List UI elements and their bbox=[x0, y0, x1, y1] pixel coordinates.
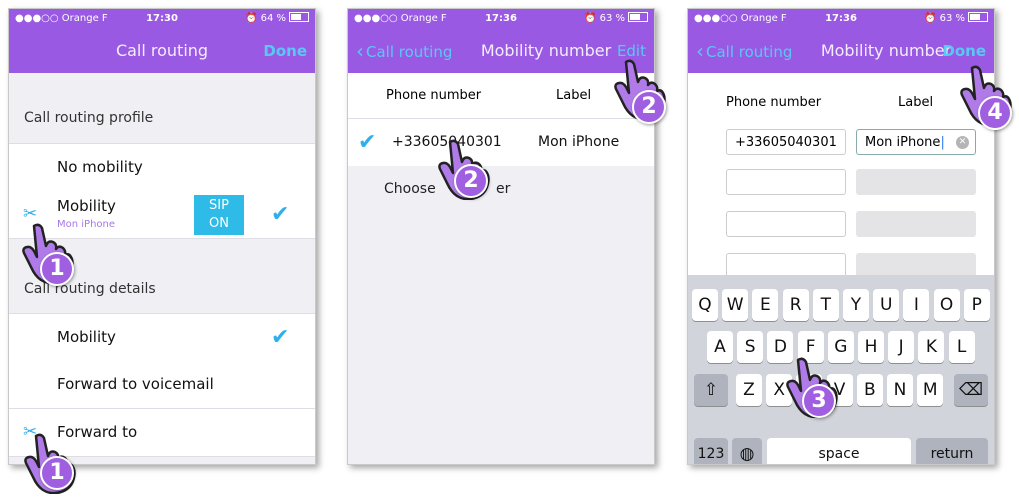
label-value: Mon iPhone bbox=[538, 134, 620, 150]
mobility-number-screen: ●●●○○ Orange F 17:36 ⏰ 63 % ‹ Call routin… bbox=[347, 8, 655, 465]
shift-icon: ⇧ bbox=[703, 380, 719, 400]
choose-number-link[interactable]: Choose er bbox=[348, 166, 654, 213]
key-a[interactable]: A bbox=[707, 331, 733, 363]
done-button[interactable]: Done bbox=[263, 29, 307, 73]
phone-input-empty[interactable] bbox=[726, 211, 846, 237]
alarm-icon: ⏰ bbox=[923, 13, 940, 24]
battery: ⏰ 63 % bbox=[584, 9, 648, 29]
alarm-icon: ⏰ bbox=[244, 13, 261, 24]
key-e[interactable]: E bbox=[752, 289, 779, 321]
delete-key[interactable]: ⌫ bbox=[954, 374, 988, 406]
nav-bar: Call routing Done bbox=[9, 29, 315, 73]
key-y[interactable]: Y bbox=[843, 289, 869, 321]
key-s[interactable]: S bbox=[737, 331, 764, 363]
detail-label: Forward to voicemail bbox=[57, 375, 214, 393]
col-phone-number: Phone number bbox=[726, 95, 822, 110]
key-r[interactable]: R bbox=[782, 289, 809, 321]
checkmark-icon: ✔ bbox=[271, 325, 290, 350]
option-no-mobility[interactable]: No mobility bbox=[9, 143, 315, 192]
status-bar: ●●●○○ Orange F 17:36 ⏰ 63 % bbox=[688, 9, 994, 29]
step-badge: 2 bbox=[632, 90, 666, 124]
label-input-empty[interactable] bbox=[856, 211, 976, 237]
col-phone-number: Phone number bbox=[386, 88, 482, 103]
shift-key[interactable]: ⇧ bbox=[694, 374, 728, 406]
clear-icon[interactable]: ✕ bbox=[956, 136, 969, 149]
checkmark-icon: ✔ bbox=[358, 130, 377, 155]
globe-key[interactable]: ◍ bbox=[732, 438, 762, 464]
col-label: Label bbox=[898, 95, 934, 110]
delete-icon: ⌫ bbox=[958, 380, 984, 400]
key-u[interactable]: U bbox=[873, 289, 900, 321]
key-w[interactable]: W bbox=[722, 289, 749, 321]
numbers-key[interactable]: 123 bbox=[694, 438, 728, 464]
text-cursor: | bbox=[940, 135, 945, 150]
key-o[interactable]: O bbox=[933, 289, 960, 321]
step-badge: 3 bbox=[802, 384, 836, 418]
sip-on-badge: SIP ON bbox=[194, 195, 244, 235]
label-input-empty[interactable] bbox=[856, 169, 976, 195]
status-bar: ●●●○○ Orange F 17:30 ⏰ 64 % bbox=[9, 9, 315, 29]
detail-label: Mobility bbox=[57, 328, 116, 346]
column-headers: Phone number Label bbox=[348, 73, 654, 118]
key-j[interactable]: J bbox=[888, 331, 915, 363]
nav-bar: ‹ Call routing Mobility number Done bbox=[688, 29, 994, 73]
section-header-profile: Call routing profile bbox=[24, 110, 154, 126]
battery: ⏰ 64 % bbox=[245, 9, 309, 29]
step-badge: 1 bbox=[40, 252, 74, 286]
key-t[interactable]: T bbox=[812, 289, 839, 321]
number-row[interactable]: ✔ +33605040301 Mon iPhone bbox=[348, 118, 654, 167]
status-bar: ●●●○○ Orange F 17:36 ⏰ 63 % bbox=[348, 9, 654, 29]
step-badge: 1 bbox=[40, 456, 74, 490]
detail-mobility[interactable]: Mobility ✔ bbox=[9, 313, 315, 362]
key-b[interactable]: B bbox=[856, 374, 883, 406]
edit-table: Phone number Label +33605040301 Mon iPho… bbox=[688, 73, 994, 279]
phone-input[interactable]: +33605040301 bbox=[726, 129, 846, 155]
key-h[interactable]: H bbox=[858, 331, 884, 363]
key-q[interactable]: Q bbox=[692, 289, 718, 321]
key-k[interactable]: K bbox=[918, 331, 945, 363]
col-label: Label bbox=[556, 88, 592, 103]
detail-forward-voicemail[interactable]: Forward to voicemail bbox=[9, 361, 315, 409]
alarm-icon: ⏰ bbox=[583, 13, 600, 24]
back-chevron-icon: ‹ bbox=[356, 39, 364, 63]
back-chevron-icon: ‹ bbox=[696, 39, 704, 63]
step-badge: 4 bbox=[978, 96, 1012, 130]
key-z[interactable]: Z bbox=[736, 374, 762, 406]
space-key[interactable]: space bbox=[767, 438, 911, 464]
step-badge: 2 bbox=[454, 164, 488, 198]
nav-bar: ‹ Call routing Mobility number Edit bbox=[348, 29, 654, 73]
key-l[interactable]: L bbox=[948, 331, 975, 363]
return-key[interactable]: return bbox=[916, 438, 988, 464]
phone-input-empty[interactable] bbox=[726, 169, 846, 195]
key-m[interactable]: M bbox=[917, 374, 944, 406]
key-i[interactable]: I bbox=[903, 289, 930, 321]
key-n[interactable]: N bbox=[887, 374, 913, 406]
checkmark-icon: ✔ bbox=[271, 202, 290, 227]
globe-icon: ◍ bbox=[739, 444, 755, 464]
key-p[interactable]: P bbox=[963, 289, 990, 321]
battery: ⏰ 63 % bbox=[924, 9, 988, 29]
label-input[interactable]: Mon iPhone| ✕ bbox=[856, 129, 976, 155]
